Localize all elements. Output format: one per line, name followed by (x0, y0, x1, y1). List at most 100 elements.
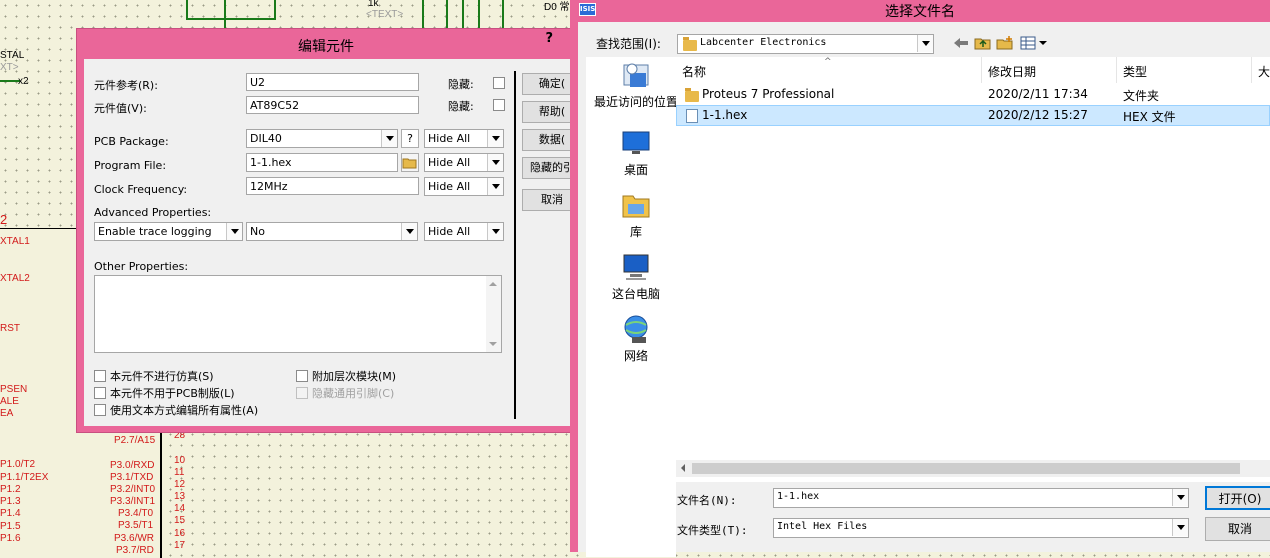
pin-label: P3.5/T1 (118, 520, 154, 531)
textarea-scrollbar[interactable] (486, 276, 501, 352)
visibility-value: Hide All (428, 225, 471, 238)
up-folder-icon[interactable] (974, 36, 992, 50)
pcb-package-help-button[interactable]: ? (401, 129, 419, 148)
hidden-pins-button[interactable]: 隐藏的引 (522, 157, 577, 179)
visibility-select[interactable]: Hide All (424, 153, 504, 172)
chevron-down-icon[interactable] (226, 223, 242, 240)
pcb-package-value: DIL40 (250, 132, 282, 145)
view-menu-icon[interactable] (1020, 36, 1048, 50)
column-header-type[interactable]: 类型 (1117, 57, 1252, 83)
chevron-down-icon[interactable] (1172, 489, 1188, 506)
chevron-down-icon[interactable] (1172, 519, 1188, 536)
column-header-size[interactable]: 大 (1252, 57, 1270, 83)
place-desktop[interactable]: 桌面 (586, 127, 686, 178)
place-network[interactable]: 网络 (586, 313, 686, 364)
chevron-down-icon[interactable] (487, 154, 503, 171)
wire (422, 0, 424, 30)
back-icon[interactable] (952, 36, 970, 50)
cancel-button[interactable]: 取消 (522, 189, 577, 211)
attach-hierarchy-checkbox[interactable] (296, 370, 308, 382)
clock-frequency-label: Clock Frequency: (94, 183, 188, 196)
pin-label: P1.5 (0, 521, 21, 532)
clock-frequency-input[interactable]: 12MHz (246, 177, 419, 195)
filename-label: 文件名(N): (677, 494, 737, 507)
file-date: 2020/2/12 15:27 (988, 108, 1088, 122)
program-file-input[interactable]: 1-1.hex (246, 153, 398, 172)
help-button[interactable]: ? (545, 31, 553, 46)
scroll-up-icon[interactable] (489, 282, 497, 286)
cancel-button[interactable]: 取消 (1205, 517, 1270, 541)
pin-label: XTAL1 (0, 236, 30, 247)
hide-value-checkbox[interactable] (493, 99, 505, 111)
advanced-properties-label: Advanced Properties: (94, 206, 212, 219)
attach-hierarchy-label[interactable]: 附加层次模块(M) (312, 368, 396, 384)
scroll-left-icon[interactable] (681, 464, 685, 472)
chevron-down-icon[interactable] (917, 35, 933, 52)
open-button[interactable]: 打开(O) (1205, 486, 1270, 510)
advanced-value-select[interactable]: No (246, 222, 418, 241)
no-pcb-label[interactable]: 本元件不用于PCB制版(L) (110, 385, 235, 401)
chevron-down-icon[interactable] (381, 130, 397, 147)
pin-label: EA (0, 408, 14, 419)
dialog-body: 元件参考(R): U2 隐藏: 元件值(V): AT89C52 隐藏: PCB … (84, 59, 577, 426)
pin-number: 17 (174, 540, 186, 551)
place-label: 桌面 (623, 163, 648, 177)
place-label: 这台电脑 (611, 287, 660, 301)
dialog-body: 查找范围(I): Labcenter Electronics 最近访问的位置 桌… (578, 22, 1270, 557)
dialog-titlebar[interactable]: 编辑元件 ? (77, 29, 575, 57)
component-ref-input[interactable]: U2 (246, 73, 419, 91)
advanced-property-select[interactable]: Enable trace logging (94, 222, 243, 241)
other-properties-textarea[interactable] (94, 275, 502, 353)
visibility-select[interactable]: Hide All (424, 129, 504, 148)
component-value-label: 元件值(V): (94, 102, 147, 115)
pin-number: 13 (174, 491, 186, 502)
help-dialog-button[interactable]: 帮助( (522, 101, 577, 123)
pin-label: P3.7/RD (116, 545, 154, 556)
data-button[interactable]: 数据( (522, 129, 577, 151)
no-simulate-label[interactable]: 本元件不进行仿真(S) (110, 368, 214, 384)
component-value-input[interactable]: AT89C52 (246, 96, 419, 114)
horizontal-scrollbar[interactable] (676, 460, 1270, 477)
filetype-label: 文件类型(T): (677, 524, 748, 537)
chevron-down-icon[interactable] (487, 223, 503, 240)
filename-input[interactable]: 1-1.hex (773, 488, 1189, 508)
pin-label: PSEN (0, 384, 28, 395)
no-simulate-checkbox[interactable] (94, 370, 106, 382)
visibility-select[interactable]: Hide All (424, 222, 504, 241)
edit-as-text-label[interactable]: 使用文本方式编辑所有属性(A) (110, 402, 258, 418)
place-libraries[interactable]: 库 (586, 189, 686, 240)
file-list[interactable]: 名称 ^ 修改日期 类型 大 Proteus 7 Professional 20… (676, 57, 1270, 482)
hidden-label: 隐藏: (448, 100, 474, 113)
edit-component-dialog[interactable]: 编辑元件 ? 元件参考(R): U2 隐藏: 元件值(V): AT89C52 隐… (76, 28, 577, 433)
pcb-package-label: PCB Package: (94, 135, 169, 148)
column-header-date[interactable]: 修改日期 (982, 57, 1117, 83)
file-icon (686, 109, 698, 123)
look-in-select[interactable]: Labcenter Electronics (677, 34, 934, 54)
text-placeholder: <TEXT> (366, 9, 404, 20)
chevron-down-icon[interactable] (487, 130, 503, 147)
edit-as-text-checkbox[interactable] (94, 404, 106, 416)
pin-label: P1.2 (0, 484, 21, 495)
pin-label: P3.2/INT0 (110, 484, 156, 495)
file-row[interactable]: Proteus 7 Professional 2020/2/11 17:34 文… (676, 84, 1270, 105)
place-label: 网络 (623, 349, 648, 363)
new-folder-icon[interactable] (996, 36, 1014, 50)
pcb-package-select[interactable]: DIL40 (246, 129, 398, 148)
file-name: Proteus 7 Professional (702, 87, 835, 101)
hide-ref-checkbox[interactable] (493, 77, 505, 89)
place-recent[interactable]: 最近访问的位置 (586, 59, 686, 110)
visibility-select[interactable]: Hide All (424, 177, 504, 196)
no-pcb-checkbox[interactable] (94, 387, 106, 399)
filetype-select[interactable]: Intel Hex Files (773, 518, 1189, 538)
wire (478, 0, 480, 30)
chevron-down-icon[interactable] (401, 223, 417, 240)
open-folder-icon[interactable] (401, 153, 419, 172)
scroll-thumb[interactable] (692, 463, 1240, 474)
scroll-down-icon[interactable] (489, 342, 497, 346)
ok-button[interactable]: 确定( (522, 73, 577, 95)
column-header-name[interactable]: 名称 ^ (676, 57, 982, 83)
select-file-dialog[interactable]: ISIS 选择文件名 查找范围(I): Labcenter Electronic… (570, 0, 1270, 557)
place-this-pc[interactable]: 这台电脑 (586, 251, 686, 302)
file-row-selected[interactable]: 1-1.hex 2020/2/12 15:27 HEX 文件 (676, 105, 1270, 126)
chevron-down-icon[interactable] (487, 178, 503, 195)
